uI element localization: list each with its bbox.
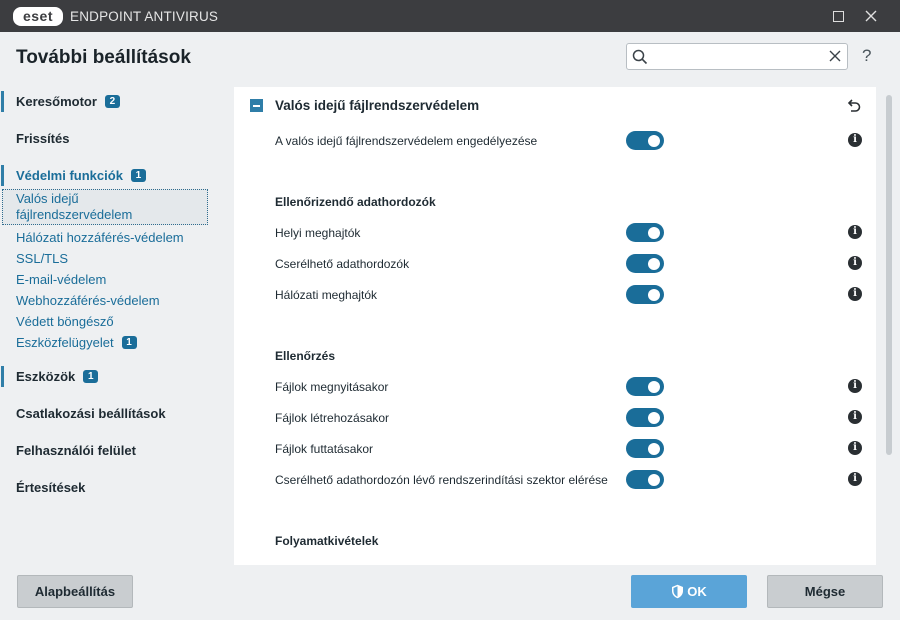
group-title: Ellenőrzés: [275, 349, 336, 363]
setting-label: Cserélhető adathordozón lévő rendszerind…: [275, 473, 608, 487]
sidebar: Keresőmotor 2 Frissítés Védelmi funkciók…: [0, 84, 226, 554]
setting-label: A valós idejű fájlrendszervédelem engedé…: [275, 134, 538, 148]
sidebar-item-web-access-protection[interactable]: Webhozzáférés-védelem: [0, 290, 226, 310]
cancel-button[interactable]: Mégse: [767, 575, 883, 608]
page-title: További beállítások: [16, 47, 191, 68]
title-bar: eset ENDPOINT ANTIVIRUS: [0, 0, 900, 32]
sidebar-item-network-access-protection[interactable]: Hálózati hozzáférés-védelem: [0, 227, 226, 247]
sidebar-item-label: Hálózati hozzáférés-védelem: [16, 229, 184, 245]
revert-icon[interactable]: [846, 98, 862, 114]
group-title: Ellenőrizendő adathordozók: [275, 195, 436, 209]
help-button[interactable]: ?: [862, 46, 871, 66]
sidebar-item-detection-engine[interactable]: Keresőmotor 2: [0, 87, 226, 115]
file-execution-toggle[interactable]: [626, 439, 664, 458]
sidebar-item-update[interactable]: Frissítés: [0, 124, 226, 152]
search-box[interactable]: [626, 43, 848, 70]
sidebar-item-label: Védelmi funkciók: [16, 167, 123, 183]
sidebar-item-email-protection[interactable]: E-mail-védelem: [0, 269, 226, 289]
info-icon[interactable]: i: [848, 133, 862, 147]
setting-label: Fájlok megnyitásakor: [275, 380, 389, 394]
count-badge: 2: [104, 94, 120, 108]
maximize-button[interactable]: [823, 0, 853, 32]
setting-label: Hálózati meghajtók: [275, 288, 378, 302]
ok-button[interactable]: OK: [631, 575, 747, 608]
info-icon[interactable]: i: [848, 441, 862, 455]
enable-realtime-toggle[interactable]: [626, 131, 664, 150]
info-icon[interactable]: i: [848, 225, 862, 239]
removable-media-toggle[interactable]: [626, 254, 664, 273]
local-drives-toggle[interactable]: [626, 223, 664, 242]
sidebar-item-ssl-tls[interactable]: SSL/TLS: [0, 248, 226, 268]
sidebar-item-protections[interactable]: Védelmi funkciók 1: [0, 161, 226, 189]
maximize-icon: [832, 10, 844, 22]
button-label: OK: [687, 584, 707, 599]
sidebar-item-label: E-mail-védelem: [16, 271, 107, 287]
sidebar-item-label: Felhasználói felület: [16, 442, 136, 458]
sidebar-item-secure-browser[interactable]: Védett böngésző: [0, 311, 226, 331]
close-button[interactable]: [856, 0, 886, 32]
eset-logo: eset: [13, 6, 63, 26]
sidebar-item-connectivity[interactable]: Csatlakozási beállítások: [0, 399, 226, 427]
sidebar-item-device-control[interactable]: Eszközfelügyelet 1: [0, 332, 226, 352]
group-title: Folyamatkivételek: [275, 534, 379, 548]
sidebar-item-label: Frissítés: [16, 130, 70, 146]
search-icon: [632, 49, 648, 65]
collapse-icon[interactable]: [250, 99, 263, 112]
settings-panel: Valós idejű fájlrendszervédelem A valós …: [234, 87, 876, 565]
sidebar-item-label: Webhozzáférés-védelem: [16, 292, 160, 308]
sidebar-item-label: Eszközök: [16, 368, 76, 384]
count-badge: 1: [130, 168, 146, 182]
close-icon: [865, 10, 877, 22]
sidebar-item-label: Eszközfelügyelet: [16, 334, 114, 350]
sidebar-item-label: Értesítések: [16, 479, 86, 495]
info-icon[interactable]: i: [848, 287, 862, 301]
count-badge: 1: [121, 335, 137, 349]
setting-label: Cserélhető adathordozók: [275, 257, 410, 271]
sidebar-item-notifications[interactable]: Értesítések: [0, 473, 226, 501]
search-input[interactable]: [653, 47, 823, 66]
sidebar-item-tools[interactable]: Eszközök 1: [0, 362, 226, 390]
clear-search-icon[interactable]: [828, 49, 842, 63]
setting-label: Fájlok futtatásakor: [275, 442, 374, 456]
count-badge: 1: [83, 369, 99, 383]
setting-label: Fájlok létrehozásakor: [275, 411, 390, 425]
product-name: ENDPOINT ANTIVIRUS: [70, 8, 219, 24]
sidebar-item-label: Védett böngésző: [16, 313, 114, 329]
button-label: Mégse: [804, 584, 846, 599]
shield-icon: [672, 584, 684, 599]
info-icon[interactable]: i: [848, 472, 862, 486]
sidebar-item-label: Valós idejű fájlrendszervédelem: [16, 191, 133, 222]
vertical-scrollbar[interactable]: [886, 95, 892, 455]
section-title: Valós idejű fájlrendszervédelem: [275, 98, 480, 113]
sidebar-item-label: Keresőmotor: [16, 93, 97, 109]
info-icon[interactable]: i: [848, 410, 862, 424]
button-label: Alapbeállítás: [34, 584, 116, 599]
boot-sector-access-toggle[interactable]: [626, 470, 664, 489]
sidebar-item-label: Csatlakozási beállítások: [16, 405, 166, 421]
setting-label: Helyi meghajtók: [275, 226, 361, 240]
default-button[interactable]: Alapbeállítás: [17, 575, 133, 608]
sidebar-item-label: SSL/TLS: [16, 250, 69, 266]
sidebar-item-realtime-protection[interactable]: Valós idejű fájlrendszervédelem: [2, 189, 208, 225]
network-drives-toggle[interactable]: [626, 285, 664, 304]
info-icon[interactable]: i: [848, 379, 862, 393]
info-icon[interactable]: i: [848, 256, 862, 270]
file-creation-toggle[interactable]: [626, 408, 664, 427]
file-open-toggle[interactable]: [626, 377, 664, 396]
sidebar-item-user-interface[interactable]: Felhasználói felület: [0, 436, 226, 464]
